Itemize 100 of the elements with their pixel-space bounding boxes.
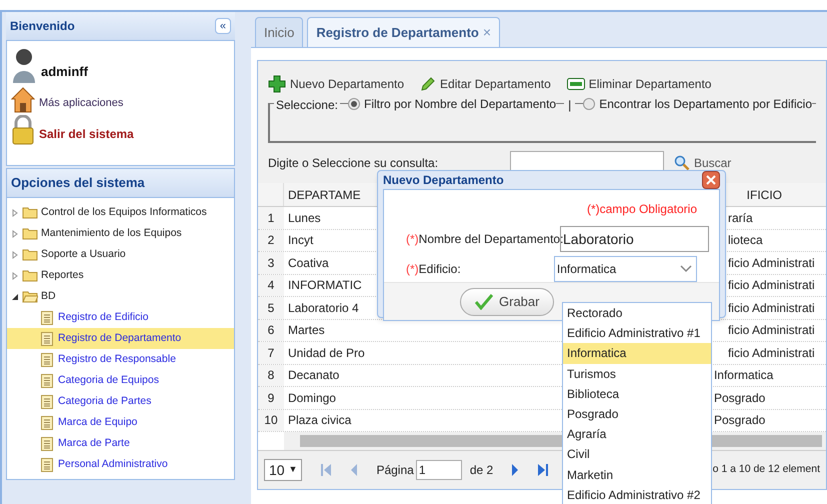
- dropdown-option[interactable]: Informatica: [563, 343, 711, 364]
- page-field[interactable]: 1: [416, 460, 462, 480]
- table-cell-text: ficio Administrati: [726, 254, 816, 272]
- pager-summary: o 1 a 10 de 12 element: [712, 462, 820, 478]
- row-number: 8: [258, 364, 284, 386]
- page-label: Página: [376, 462, 414, 479]
- plus-icon: [268, 75, 286, 93]
- expand-arrow-icon[interactable]: [11, 250, 19, 258]
- required-mark: (*): [406, 231, 419, 248]
- search-label: Digite o Seleccione su consulta:: [268, 155, 440, 172]
- collapse-arrow-icon[interactable]: [11, 292, 19, 300]
- document-icon: [41, 352, 53, 366]
- dropdown-option[interactable]: Marketin: [563, 464, 711, 485]
- table-cell-text: ficio Administrati: [726, 344, 816, 362]
- tree-folder-item[interactable]: Control de los Equipos Informaticos: [41, 204, 207, 220]
- row-number: 5: [258, 297, 284, 318]
- folder-icon: [22, 269, 38, 282]
- table-cell-text: ficio Administrati: [726, 300, 816, 317]
- folder-icon: [22, 248, 38, 261]
- radio-option[interactable]: Filtro por Nombre del Departamento: [348, 95, 556, 113]
- tab[interactable]: Inicio: [254, 17, 304, 47]
- toolbar-button[interactable]: Nuevo Departamento: [268, 75, 404, 93]
- first-page-icon[interactable]: [320, 463, 332, 477]
- expand-arrow-icon[interactable]: [11, 272, 19, 280]
- pencil-icon: [420, 76, 436, 92]
- tree-item-label: Registro de Edificio: [58, 310, 148, 325]
- department-name-field[interactable]: Laboratorio: [560, 226, 709, 252]
- page-size-select[interactable]: 10 ▼: [264, 459, 302, 481]
- document-icon: [41, 374, 53, 388]
- radio-option[interactable]: Encontrar los Departamento por Edificio: [583, 95, 812, 113]
- minus-icon: [566, 78, 585, 90]
- row-number: 6: [258, 320, 284, 341]
- close-icon: [706, 175, 716, 185]
- collapse-button[interactable]: «: [214, 18, 231, 34]
- tab[interactable]: Registro de Departamento ×: [307, 17, 500, 47]
- row-number: 7: [258, 342, 284, 364]
- tree-page-item[interactable]: Registro de Edificio: [7, 307, 234, 328]
- expand-arrow-icon[interactable]: [11, 208, 19, 216]
- table-cell-text: Informatica: [712, 367, 774, 384]
- save-button[interactable]: Grabar: [460, 288, 554, 316]
- sidebar-title: Bienvenido: [10, 18, 75, 35]
- folder-icon: [22, 206, 38, 219]
- previous-page-icon[interactable]: [350, 463, 358, 477]
- tree-item-label: Marca de Parte: [58, 436, 130, 451]
- document-icon: [41, 416, 53, 430]
- tree-page-item[interactable]: Marca de Parte: [7, 433, 234, 454]
- logout-link[interactable]: Salir del sistema: [39, 125, 134, 143]
- dropdown-option[interactable]: Turismos: [563, 364, 711, 384]
- dropdown-option[interactable]: Edificio Administrativo #2: [563, 484, 711, 504]
- tree-page-item[interactable]: Marca de Equipo: [7, 412, 234, 433]
- user-name: adminff: [41, 62, 88, 80]
- column-header: IFICIO: [746, 186, 783, 204]
- document-icon: [41, 458, 53, 472]
- tree-item-label: Registro de Departamento: [58, 330, 182, 346]
- house-icon: [11, 87, 35, 113]
- tree-page-item[interactable]: Personal Administrativo: [7, 454, 234, 475]
- table-cell-text: raría: [726, 210, 754, 227]
- document-icon: [41, 436, 53, 450]
- tree-folder-item[interactable]: Mantenimiento de los Equipos: [41, 226, 182, 242]
- folder-icon: [22, 227, 38, 240]
- radio-button[interactable]: [583, 98, 596, 110]
- page-count: de 2: [470, 462, 494, 479]
- tree-item-label: Categoria de Equipos: [58, 372, 159, 388]
- tree-page-item[interactable]: Categoria de Equipos: [7, 370, 234, 391]
- apps-link[interactable]: Más aplicaciones: [39, 94, 124, 111]
- row-number: 4: [258, 274, 284, 296]
- tree-item-label: Marca de Equipo: [58, 414, 138, 430]
- close-button[interactable]: [702, 171, 720, 189]
- document-icon: [41, 332, 53, 346]
- expand-arrow-icon[interactable]: [11, 230, 19, 238]
- row-number: 2: [258, 230, 284, 251]
- table-cell-text: Posgrado: [712, 390, 766, 407]
- document-icon: [41, 394, 53, 408]
- row-number: 3: [258, 252, 284, 274]
- tree-folder-item[interactable]: Reportes: [41, 268, 84, 284]
- tree-folder-item[interactable]: BD: [41, 288, 56, 304]
- building-select[interactable]: Informatica: [554, 256, 697, 282]
- toolbar-button[interactable]: Eliminar Departamento: [566, 75, 712, 93]
- tree-folder-item[interactable]: Soporte a Usuario: [41, 246, 126, 262]
- tree-page-item[interactable]: Registro de Responsable: [7, 349, 234, 370]
- document-icon: [41, 310, 53, 324]
- table-cell-text: ficio Administrati: [726, 322, 816, 340]
- tree-page-item[interactable]: Categoria de Partes: [7, 391, 234, 412]
- tree-item-label: Personal Administrativo: [58, 456, 168, 472]
- tree-item-label: Registro de Responsable: [58, 352, 176, 367]
- last-page-icon[interactable]: [537, 463, 550, 477]
- row-number: 1: [258, 207, 284, 228]
- dropdown-option[interactable]: Edificio Administrativo #1: [563, 323, 711, 344]
- table-cell-text: Posgrado: [712, 412, 766, 430]
- table-cell-text: ficio Administrati: [726, 277, 816, 294]
- search-icon: [674, 155, 690, 171]
- radio-button[interactable]: [348, 98, 360, 110]
- dropdown-option[interactable]: Civil: [563, 444, 711, 464]
- toolbar-button[interactable]: Editar Departamento: [420, 75, 551, 93]
- menu-title: Opciones del sistema: [11, 174, 145, 192]
- next-page-icon[interactable]: [511, 463, 520, 477]
- table-cell-text: lioteca: [726, 232, 764, 250]
- tree-page-item[interactable]: Registro de Departamento: [7, 328, 234, 349]
- checkmark-icon: [475, 294, 493, 310]
- search-button[interactable]: Buscar: [674, 154, 732, 172]
